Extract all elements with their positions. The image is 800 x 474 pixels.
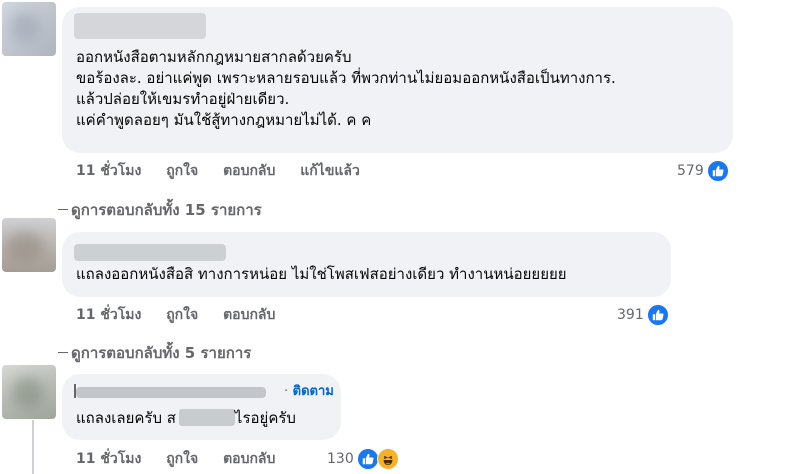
- reply-button[interactable]: ตอบกลับ: [223, 307, 275, 323]
- reaction-count[interactable]: 130: [327, 448, 399, 470]
- view-replies-link[interactable]: ดูการตอบกลับทั้ง 15 รายการ: [58, 198, 262, 222]
- timestamp-link[interactable]: 11 ชั่วโมง: [76, 163, 141, 179]
- like-icon: [646, 304, 669, 326]
- view-replies-label: ดูการตอบกลับทั้ง 5 รายการ: [71, 344, 252, 362]
- reply-button[interactable]: ตอบกลับ: [223, 451, 275, 467]
- reaction-count[interactable]: 579: [677, 160, 729, 182]
- reply-arrow-icon: [58, 209, 68, 210]
- reaction-count-value: 579: [677, 163, 704, 179]
- reaction-count-value: 130: [327, 451, 354, 467]
- commenter-name-redacted[interactable]: [74, 13, 206, 39]
- timestamp-link[interactable]: 11 ชั่วโมง: [76, 451, 141, 467]
- view-replies-label: ดูการตอบกลับทั้ง 15 รายการ: [71, 201, 262, 219]
- comment-actions: 11 ชั่วโมง ถูกใจ ตอบกลับ แก้ไขแล้ว: [76, 160, 380, 182]
- comment-bubble: ออกหนังสือตามหลักกฎหมายสากลด้วยครับ ขอร้…: [62, 7, 733, 153]
- reply-thread-line: [32, 420, 34, 474]
- comment-bubble: แถลงออกหนังสือสิ ทางการหน่อย ไม่ใช่โพสเฟ…: [62, 232, 671, 297]
- avatar[interactable]: [2, 365, 56, 419]
- reply-arrow-icon: [58, 352, 68, 353]
- edited-label[interactable]: แก้ไขแล้ว: [300, 163, 360, 179]
- comment-bubble: · ติดตาม แถลงเลยครับ ส ไรอยู่ครับ: [62, 374, 341, 440]
- reaction-count-value: 391: [617, 307, 644, 323]
- comment-text: แถลงเลยครับ ส ไรอยู่ครับ: [76, 408, 296, 429]
- like-button[interactable]: ถูกใจ: [166, 163, 198, 179]
- like-icon: [706, 160, 729, 182]
- comment-text: แถลงออกหนังสือสิ ทางการหน่อย ไม่ใช่โพสเฟ…: [76, 265, 567, 283]
- reaction-count[interactable]: 391: [617, 304, 669, 326]
- comment-text-part: แถลงเลยครับ ส: [76, 409, 176, 427]
- comment-line: ขอร้องละ. อย่าแค่พูด เพราะหลายรอบแล้ว ที…: [76, 69, 616, 87]
- follow-label: ติดตาม: [292, 384, 334, 399]
- comment-line: แล้วปล่อยให้เขมรทำอยู่ฝ่ายเดียว.: [76, 90, 290, 108]
- comment-line: แค่คำพูดลอยๆ มันใช้สู้ทางกฎหมายไม่ได้. ค…: [76, 111, 372, 129]
- avatar[interactable]: [2, 218, 56, 272]
- reply-button[interactable]: ตอบกลับ: [223, 163, 275, 179]
- haha-icon: [376, 448, 399, 470]
- mention-redacted: [178, 409, 235, 426]
- comment-actions: 11 ชั่วโมง ถูกใจ ตอบกลับ: [76, 304, 295, 326]
- follow-link[interactable]: · ติดตาม: [284, 380, 334, 401]
- commenter-name-redacted[interactable]: [74, 244, 226, 261]
- like-icon: [356, 448, 379, 470]
- comment-line: ออกหนังสือตามหลักกฎหมายสากลด้วยครับ: [76, 48, 352, 66]
- view-replies-link[interactable]: ดูการตอบกลับทั้ง 5 รายการ: [58, 341, 251, 365]
- comment-text: ออกหนังสือตามหลักกฎหมายสากลด้วยครับ ขอร้…: [76, 47, 616, 131]
- like-button[interactable]: ถูกใจ: [166, 451, 198, 467]
- comment-actions: 11 ชั่วโมง ถูกใจ ตอบกลับ: [76, 448, 295, 470]
- avatar[interactable]: [2, 2, 56, 56]
- timestamp-link[interactable]: 11 ชั่วโมง: [76, 307, 141, 323]
- commenter-name-redacted[interactable]: [76, 387, 266, 398]
- comment-text-part: ไรอยู่ครับ: [234, 409, 296, 427]
- like-button[interactable]: ถูกใจ: [166, 307, 198, 323]
